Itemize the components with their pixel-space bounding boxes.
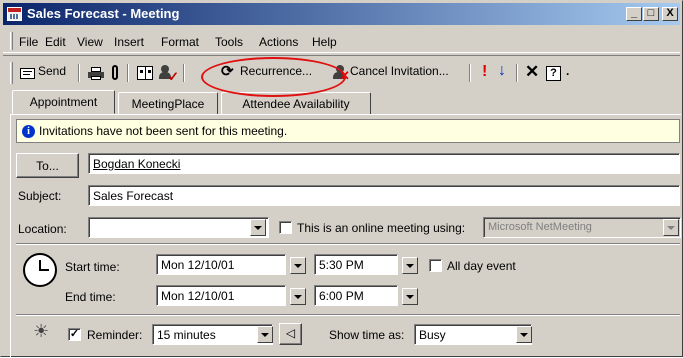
menu-view[interactable]: View bbox=[77, 35, 103, 49]
show-time-as-dropdown-button[interactable] bbox=[516, 326, 532, 343]
importance-low-icon[interactable]: ↓ bbox=[498, 62, 506, 80]
to-button[interactable]: To... bbox=[16, 153, 79, 178]
delete-icon[interactable]: ✕ bbox=[525, 62, 539, 82]
cancel-invitation-button[interactable]: Cancel Invitation... bbox=[350, 64, 449, 78]
start-date-dropdown-button[interactable] bbox=[290, 257, 306, 274]
reminder-sound-button[interactable]: ◁ bbox=[279, 323, 302, 345]
window-title: Sales Forecast - Meeting bbox=[27, 6, 180, 21]
info-bar: i Invitations have not been sent for thi… bbox=[16, 119, 680, 143]
end-time-dropdown-button[interactable] bbox=[402, 288, 418, 305]
clock-icon bbox=[23, 253, 57, 287]
reminder-bell-icon: ☀ bbox=[33, 321, 50, 341]
send-button[interactable]: Send bbox=[38, 64, 66, 78]
check-names-icon[interactable]: ✓ bbox=[159, 65, 179, 84]
end-date-dropdown-button[interactable] bbox=[290, 288, 306, 305]
print-icon[interactable] bbox=[88, 67, 104, 80]
online-meeting-checkbox[interactable] bbox=[279, 221, 292, 234]
reminder-label: Reminder: bbox=[87, 328, 143, 342]
info-icon: i bbox=[22, 125, 35, 138]
toolbar-separator bbox=[78, 64, 80, 82]
online-meeting-select: Microsoft NetMeeting bbox=[483, 217, 681, 238]
start-time-dropdown-button[interactable] bbox=[402, 257, 418, 274]
tab-appointment[interactable]: Appointment bbox=[12, 90, 115, 114]
maximize-button[interactable]: □ bbox=[643, 7, 659, 21]
menu-edit[interactable]: Edit bbox=[45, 35, 66, 49]
start-time-label: Start time: bbox=[65, 260, 120, 274]
cancel-invitation-icon[interactable]: ✕ bbox=[333, 65, 350, 83]
end-date-field[interactable]: Mon 12/10/01 bbox=[156, 285, 286, 306]
start-time-field[interactable]: 5:30 PM bbox=[314, 254, 398, 275]
end-time-label: End time: bbox=[65, 290, 116, 304]
toolbar-separator bbox=[469, 64, 471, 82]
show-time-as-select[interactable]: Busy bbox=[414, 324, 532, 345]
tab-attendee-availability[interactable]: Attendee Availability bbox=[221, 92, 371, 114]
location-label: Location: bbox=[18, 222, 67, 236]
title-bar[interactable]: Sales Forecast - Meeting _ □ X bbox=[3, 3, 680, 25]
online-meeting-label: This is an online meeting using: bbox=[297, 221, 466, 235]
info-text: Invitations have not been sent for this … bbox=[39, 124, 288, 138]
minimize-button[interactable]: _ bbox=[626, 7, 642, 21]
subject-field[interactable]: Sales Forecast bbox=[88, 185, 680, 206]
menu-format[interactable]: Format bbox=[161, 35, 199, 49]
subject-label: Subject: bbox=[18, 189, 62, 203]
speaker-icon: ◁ bbox=[285, 326, 296, 340]
close-button[interactable]: X bbox=[662, 7, 678, 21]
standard-toolbar: Send ✓ ⟳ Recurrence... ✕ Cancel Invitati… bbox=[3, 55, 680, 87]
recurrence-button[interactable]: Recurrence... bbox=[240, 64, 312, 78]
toolbar-separator bbox=[183, 64, 185, 82]
end-time-field[interactable]: 6:00 PM bbox=[314, 285, 398, 306]
menu-file[interactable]: File bbox=[19, 35, 38, 49]
location-dropdown-button[interactable] bbox=[250, 219, 266, 236]
meeting-window: Sales Forecast - Meeting _ □ X File Edit… bbox=[0, 0, 683, 358]
help-icon[interactable]: ? bbox=[546, 66, 561, 81]
attach-icon[interactable] bbox=[112, 65, 118, 80]
to-recipient: Bogdan Konecki bbox=[93, 157, 181, 171]
importance-high-icon[interactable]: ! bbox=[482, 63, 487, 81]
divider bbox=[16, 243, 680, 245]
all-day-event-checkbox[interactable] bbox=[429, 259, 442, 272]
reminder-checkbox[interactable]: ✓ bbox=[68, 328, 81, 341]
menu-grip bbox=[10, 32, 13, 50]
calendar-app-icon bbox=[7, 7, 22, 21]
menu-actions[interactable]: Actions bbox=[259, 35, 298, 49]
menu-help[interactable]: Help bbox=[312, 35, 337, 49]
location-field[interactable] bbox=[88, 217, 269, 238]
toolbar-options-dropdown[interactable]: . bbox=[566, 64, 569, 78]
reminder-select[interactable]: 15 minutes bbox=[152, 324, 273, 345]
tab-meetingplace[interactable]: MeetingPlace bbox=[118, 92, 218, 114]
toolbar-grip bbox=[10, 62, 13, 84]
show-time-as-label: Show time as: bbox=[329, 328, 405, 342]
recurrence-icon[interactable]: ⟳ bbox=[221, 64, 234, 79]
menu-insert[interactable]: Insert bbox=[114, 35, 144, 49]
toolbar-separator bbox=[127, 64, 129, 82]
to-field[interactable]: Bogdan Konecki bbox=[88, 153, 680, 174]
divider bbox=[16, 314, 680, 316]
online-meeting-dropdown-button bbox=[663, 219, 679, 236]
toolbar-separator bbox=[516, 64, 518, 82]
menu-tools[interactable]: Tools bbox=[215, 35, 243, 49]
all-day-event-label: All day event bbox=[447, 259, 516, 273]
start-date-field[interactable]: Mon 12/10/01 bbox=[156, 254, 286, 275]
send-icon[interactable] bbox=[20, 68, 35, 79]
reminder-dropdown-button[interactable] bbox=[257, 326, 273, 343]
address-book-icon[interactable] bbox=[137, 66, 153, 80]
menu-bar: File Edit View Insert Format Tools Actio… bbox=[3, 29, 680, 53]
